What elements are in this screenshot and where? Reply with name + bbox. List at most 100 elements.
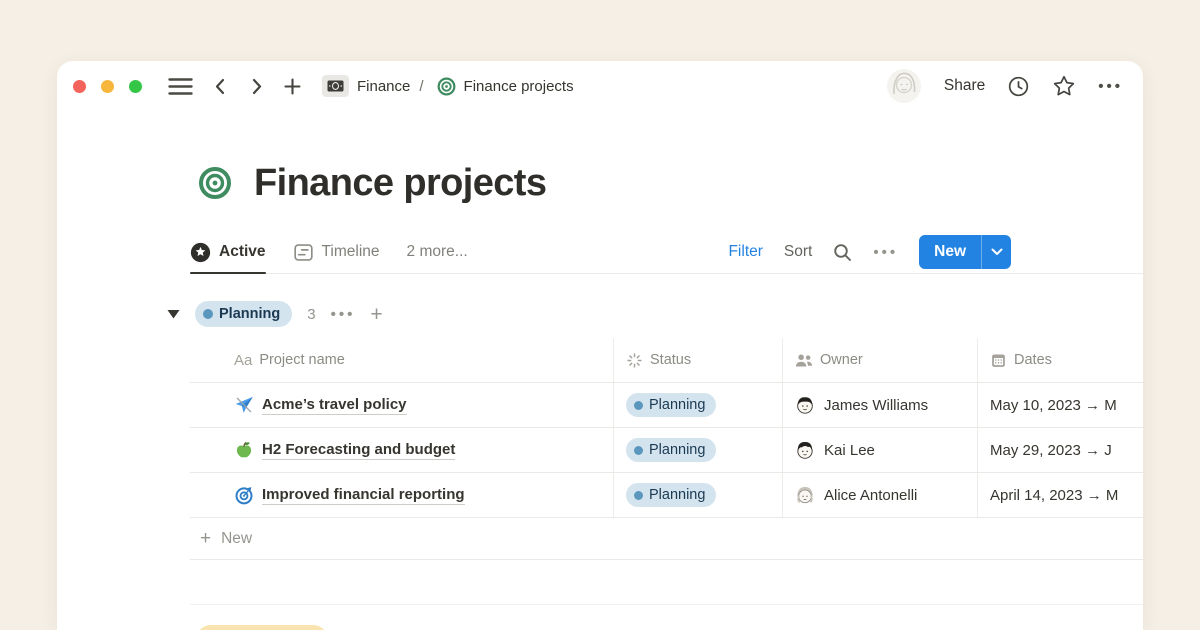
status-property-icon (626, 352, 643, 369)
green-apple-icon (234, 440, 254, 460)
dates-value: April 14, 2023 → M (990, 487, 1118, 504)
owner-name: Alice Antonelli (824, 487, 917, 504)
plus-icon: + (200, 529, 211, 548)
status-pill[interactable]: Planning (626, 393, 716, 417)
star-circle-icon (190, 242, 211, 263)
status-dot (634, 446, 643, 455)
breadcrumb-page[interactable]: Finance projects (464, 78, 574, 95)
tab-active[interactable]: Active (190, 231, 266, 273)
status-label: Planning (649, 487, 705, 503)
column-header-status[interactable]: Status (614, 338, 783, 382)
window-titlebar: Finance / Finance projects Share ••• (57, 61, 1143, 111)
owner-avatar (795, 440, 815, 460)
status-label: Planning (649, 442, 705, 458)
group-toggle-icon[interactable] (167, 309, 180, 319)
table-header-row: Aa Project name Status Owner Dates (190, 338, 1143, 383)
column-label: Owner (820, 352, 863, 368)
new-page-icon[interactable] (284, 78, 301, 95)
owner-avatar (795, 485, 815, 505)
add-row-button[interactable]: + New (190, 518, 1143, 560)
notion-window: Finance / Finance projects Share ••• F (57, 61, 1143, 630)
project-name-link[interactable]: Improved financial reporting (262, 486, 465, 505)
column-label: Project name (259, 352, 344, 368)
banknote-icon (322, 75, 349, 97)
group-count: 3 (307, 306, 315, 323)
timeline-icon (293, 242, 314, 263)
tab-label: Active (219, 243, 266, 261)
projects-table: Aa Project name Status Owner Dates (190, 338, 1143, 560)
chevron-down-icon[interactable] (982, 235, 1011, 269)
sort-button[interactable]: Sort (784, 243, 812, 261)
menu-icon[interactable] (168, 77, 193, 96)
forward-icon[interactable] (248, 78, 265, 95)
owner-cell[interactable]: Alice Antonelli (783, 473, 978, 517)
group-name: Planning (219, 306, 280, 322)
status-dot (634, 401, 643, 410)
owner-name: James Williams (824, 397, 928, 414)
airplane-icon (234, 395, 254, 415)
tab-label: 2 more... (407, 243, 468, 261)
filter-button[interactable]: Filter (728, 243, 762, 261)
status-pill[interactable]: Planning (626, 438, 716, 462)
dates-cell[interactable]: May 10, 2023 → M (978, 383, 1143, 427)
breadcrumb-workspace[interactable]: Finance (357, 78, 410, 95)
project-name-link[interactable]: H2 Forecasting and budget (262, 441, 455, 460)
new-button-label[interactable]: New (919, 235, 981, 269)
column-header-owner[interactable]: Owner (783, 338, 978, 382)
minimize-button[interactable] (101, 80, 114, 93)
target-icon (437, 77, 456, 96)
table-row: Acme’s travel policy Planning James Will… (190, 383, 1143, 428)
owner-cell[interactable]: James Williams (783, 383, 978, 427)
tab-timeline[interactable]: Timeline (293, 231, 380, 273)
page-icon-target[interactable] (198, 166, 232, 200)
column-header-dates[interactable]: Dates (978, 338, 1143, 382)
status-pill[interactable]: Planning (626, 483, 716, 507)
tab-more-views[interactable]: 2 more... (407, 231, 468, 273)
group-header: Planning 3 ••• + (167, 298, 383, 330)
status-dot (203, 309, 213, 319)
more-icon[interactable]: ••• (1098, 78, 1123, 95)
breadcrumb: Finance / Finance projects (322, 75, 574, 97)
status-dot (634, 491, 643, 500)
view-more-icon[interactable]: ••• (873, 244, 898, 261)
status-label: Planning (649, 397, 705, 413)
traffic-lights (73, 80, 142, 93)
close-button[interactable] (73, 80, 86, 93)
project-name-link[interactable]: Acme’s travel policy (262, 396, 407, 415)
people-property-icon (795, 353, 813, 368)
view-controls: Filter Sort ••• New (728, 235, 1011, 269)
dates-cell[interactable]: May 29, 2023 → J (978, 428, 1143, 472)
group-more-icon[interactable]: ••• (331, 306, 356, 323)
dates-value: May 29, 2023 → J (990, 442, 1112, 459)
dates-cell[interactable]: April 14, 2023 → M (978, 473, 1143, 517)
section-divider (190, 604, 1143, 605)
column-header-project-name[interactable]: Aa Project name (190, 338, 614, 382)
share-button[interactable]: Share (944, 77, 985, 95)
calendar-property-icon (990, 352, 1007, 369)
add-row-label: New (221, 530, 252, 548)
avatar[interactable] (886, 68, 922, 104)
blue-target-icon (234, 485, 254, 505)
table-row: H2 Forecasting and budget Planning Kai L… (190, 428, 1143, 473)
column-label: Status (650, 352, 691, 368)
page-title: Finance projects (254, 162, 546, 205)
group-status-pill[interactable]: Planning (195, 301, 292, 327)
owner-cell[interactable]: Kai Lee (783, 428, 978, 472)
group-add-icon[interactable]: + (370, 304, 382, 325)
column-label: Dates (1014, 352, 1052, 368)
star-icon[interactable] (1052, 74, 1076, 98)
next-group-pill[interactable] (196, 625, 328, 630)
text-property-icon: Aa (234, 352, 252, 369)
back-icon[interactable] (212, 78, 229, 95)
tab-label: Timeline (322, 243, 380, 261)
table-row: Improved financial reporting Planning Al… (190, 473, 1143, 518)
new-button[interactable]: New (919, 235, 1011, 269)
search-icon[interactable] (833, 243, 852, 262)
owner-name: Kai Lee (824, 442, 875, 459)
dates-value: May 10, 2023 → M (990, 397, 1117, 414)
clock-icon[interactable] (1007, 75, 1030, 98)
view-tabbar: Active Timeline 2 more... Filter Sort ••… (190, 231, 1143, 274)
maximize-button[interactable] (129, 80, 142, 93)
owner-avatar (795, 395, 815, 415)
breadcrumb-separator-slash: / (419, 78, 423, 95)
